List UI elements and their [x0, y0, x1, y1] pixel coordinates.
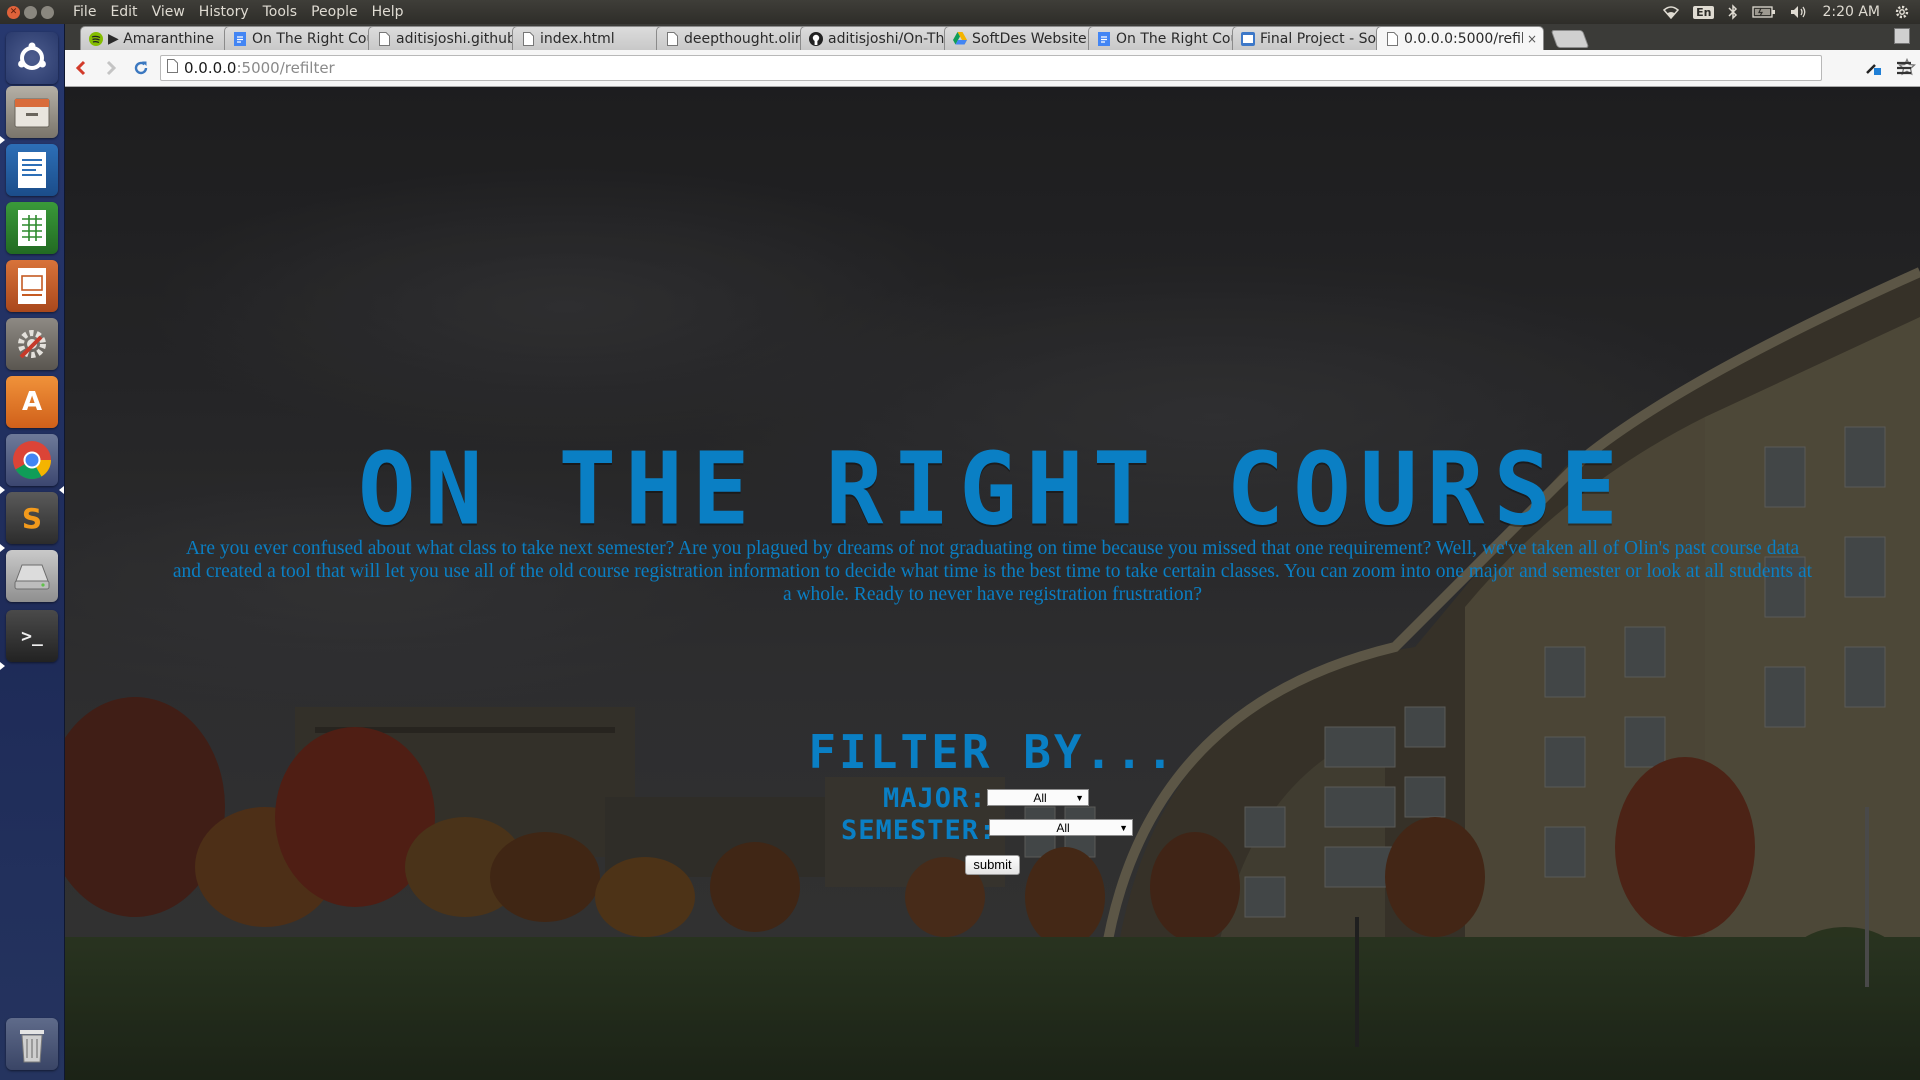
tab-title: index.html — [540, 30, 615, 47]
page-icon — [521, 31, 535, 46]
new-tab-button[interactable] — [1550, 30, 1590, 48]
semester-select-value: All — [1056, 821, 1070, 835]
browser-toolbar: 0.0.0.0:5000/refilter — [64, 50, 1920, 87]
page-viewport: ON THE RIGHT COURSE Are you ever confuse… — [65, 87, 1920, 1080]
page-icon — [1385, 31, 1399, 46]
power-gear-icon[interactable] — [1894, 4, 1910, 20]
wifi-icon[interactable] — [1663, 5, 1680, 19]
chrome-icon[interactable] — [6, 434, 58, 486]
toolbar-extensions — [1864, 58, 1912, 80]
address-bar[interactable]: 0.0.0.0:5000/refilter — [160, 55, 1822, 81]
calc-icon[interactable] — [6, 202, 58, 254]
writer-icon[interactable] — [6, 144, 58, 196]
chrome-menu-icon[interactable] — [1896, 60, 1912, 79]
semester-label: SEMESTER: — [841, 815, 997, 846]
page-icon — [665, 31, 679, 46]
dash-icon[interactable] — [6, 32, 58, 84]
major-label: MAJOR: — [883, 783, 987, 814]
filter-heading: FILTER BY... — [808, 725, 1177, 779]
unity-launcher: A S >_ — [0, 24, 65, 1080]
drive-icon — [953, 32, 967, 46]
major-select-value: All — [1033, 791, 1047, 805]
forward-arrow-icon — [106, 60, 117, 76]
tab-refilter-active[interactable]: 0.0.0.0:5000/refilt × — [1376, 26, 1544, 50]
spotify-icon — [89, 31, 103, 46]
menu-history[interactable]: History — [192, 4, 256, 20]
dropdown-arrow-icon: ▼ — [1119, 823, 1128, 833]
semester-select[interactable]: All ▼ — [989, 819, 1133, 836]
tab-close-icon[interactable]: × — [1527, 32, 1537, 46]
docs-icon — [1097, 31, 1111, 46]
url-path: :5000/refilter — [236, 59, 335, 77]
running-indicator — [0, 136, 5, 144]
clock[interactable]: 2:20 AM — [1822, 4, 1880, 20]
battery-icon[interactable] — [1752, 6, 1776, 18]
system-settings-icon[interactable] — [6, 318, 58, 370]
page-content: ON THE RIGHT COURSE Are you ever confuse… — [65, 87, 1920, 1080]
submit-button[interactable]: submit — [965, 855, 1020, 875]
menu-tools[interactable]: Tools — [256, 4, 305, 20]
disk-icon[interactable] — [6, 550, 58, 602]
menu-help[interactable]: Help — [365, 4, 411, 20]
docs-icon — [233, 31, 247, 46]
window-restore-icon[interactable] — [1894, 28, 1910, 44]
url-host: 0.0.0.0 — [184, 59, 237, 77]
tab-title: aditisjoshi/On-Th — [828, 30, 945, 47]
system-tray: En 2:20 AM — [1663, 4, 1920, 20]
menu-view[interactable]: View — [145, 4, 192, 20]
tab-title: ▶ Amaranthine — [108, 30, 214, 47]
site-icon — [1241, 31, 1255, 46]
minimize-window-button[interactable] — [24, 5, 37, 19]
page-title: ON THE RIGHT COURSE — [357, 430, 1628, 548]
keyboard-layout-icon[interactable]: En — [1693, 5, 1715, 19]
github-icon — [809, 31, 823, 46]
menu-edit[interactable]: Edit — [103, 4, 144, 20]
volume-icon[interactable] — [1790, 5, 1808, 19]
forward-button[interactable] — [98, 55, 124, 81]
sublime-text-icon[interactable]: S — [6, 492, 58, 544]
tab-title: On The Right Cour — [1116, 30, 1243, 47]
impress-icon[interactable] — [6, 260, 58, 312]
tab-title: Final Project - Soft — [1260, 30, 1387, 47]
eyedropper-extension-icon[interactable] — [1864, 58, 1882, 80]
files-icon[interactable] — [6, 86, 58, 138]
page-info-icon[interactable] — [167, 59, 178, 77]
top-panel: ✕ File Edit View History Tools People He… — [0, 0, 1920, 24]
tab-title: aditisjoshi.github — [396, 30, 516, 47]
close-window-button[interactable]: ✕ — [7, 5, 20, 19]
menu-people[interactable]: People — [304, 4, 365, 20]
tab-title: SoftDes Website — [972, 30, 1087, 47]
browser-tab-strip: ▶ Amaranthine ◂) × On The Right Cour × a… — [64, 24, 1920, 50]
active-indicator — [59, 486, 64, 494]
major-select[interactable]: All ▼ — [987, 789, 1089, 806]
reload-icon — [134, 61, 148, 75]
terminal-icon[interactable]: >_ — [6, 610, 58, 662]
menu-file[interactable]: File — [66, 4, 103, 20]
bluetooth-icon[interactable] — [1728, 4, 1738, 20]
intro-paragraph: Are you ever confused about what class t… — [172, 538, 1813, 605]
tab-title: deepthought.olin — [684, 30, 804, 47]
maximize-window-button[interactable] — [41, 5, 54, 19]
software-center-icon[interactable]: A — [6, 376, 58, 428]
running-indicator — [0, 544, 5, 552]
back-button[interactable] — [68, 55, 94, 81]
running-indicator — [0, 486, 5, 494]
page-icon — [377, 31, 391, 46]
tab-title: 0.0.0.0:5000/refilt — [1404, 30, 1523, 47]
trash-icon[interactable] — [6, 1018, 58, 1070]
dropdown-arrow-icon: ▼ — [1075, 793, 1084, 803]
tab-title: On The Right Cour — [252, 30, 379, 47]
running-indicator — [0, 662, 5, 670]
back-arrow-icon — [75, 60, 86, 76]
reload-button[interactable] — [128, 55, 154, 81]
window-controls: ✕ — [7, 5, 54, 19]
